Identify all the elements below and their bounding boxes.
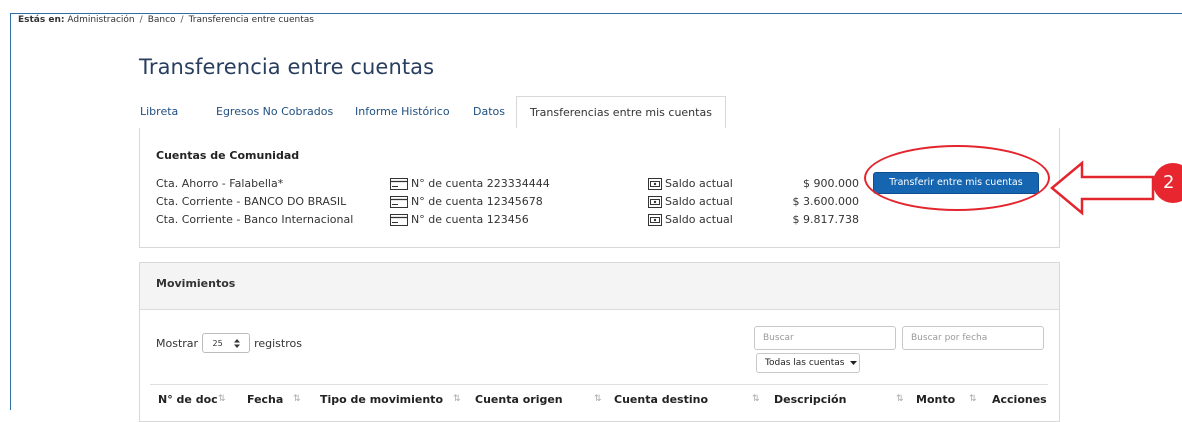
caret-down-icon (850, 361, 858, 365)
account-balance-label: Saldo actual (648, 177, 733, 190)
tab-datos[interactable]: Datos (473, 96, 505, 128)
banknote-icon (648, 213, 662, 226)
column-header-doc[interactable]: N° de doc (158, 393, 218, 406)
breadcrumb-lead: Estás en: (18, 15, 65, 25)
account-balance-label: Saldo actual (648, 195, 733, 208)
account-name: Cta. Corriente - Banco Internacional (156, 213, 354, 226)
tab-egresos-no-cobrados[interactable]: Egresos No Cobrados (216, 96, 333, 128)
tab-libreta[interactable]: Libreta (140, 96, 178, 128)
column-header-destino[interactable]: Cuenta destino (614, 393, 708, 406)
breadcrumb-item-current: Transferencia entre cuentas (188, 15, 314, 25)
column-header-descripcion[interactable]: Descripción (774, 393, 846, 406)
account-balance: $ 3.600.000 (792, 195, 859, 208)
sort-icon[interactable]: ⇅ (969, 394, 977, 404)
account-balance: $ 900.000 (803, 177, 859, 190)
accounts-filter-label: Todas las cuentas (765, 358, 845, 368)
account-number: N° de cuenta 123456 (390, 213, 529, 226)
page-size-control: Mostrar 25 registros (156, 333, 302, 353)
account-name: Cta. Corriente - BANCO DO BRASIL (156, 195, 347, 208)
select-arrows-icon (233, 338, 240, 348)
sort-icon[interactable]: ⇅ (896, 394, 904, 404)
tab-bar: Libreta Egresos No Cobrados Informe Hist… (139, 96, 1060, 129)
accounts-card-title: Cuentas de Comunidad (156, 149, 300, 162)
breadcrumb: Estás en: Administración / Banco / Transfere… (18, 14, 314, 26)
movements-title: Movimientos (156, 277, 236, 290)
search-input[interactable]: Buscar (754, 326, 896, 350)
credit-card-icon (390, 195, 408, 208)
account-balance: $ 9.817.738 (792, 213, 859, 226)
page-size-select[interactable]: 25 (202, 333, 251, 353)
callout-arrow-icon (1050, 160, 1155, 216)
account-number: N° de cuenta 223334444 (390, 177, 550, 190)
sort-icon[interactable]: ⇅ (594, 394, 602, 404)
highlight-ellipse (864, 145, 1050, 211)
banknote-icon (648, 177, 662, 190)
account-name: Cta. Ahorro - Falabella* (156, 177, 284, 190)
breadcrumb-item-banco[interactable]: Banco (148, 15, 176, 25)
account-balance-label: Saldo actual (648, 213, 733, 226)
movements-card: Movimientos Mostrar 25 registros Buscar … (139, 262, 1060, 422)
account-number-text: N° de cuenta 223334444 (411, 177, 550, 190)
records-label: registros (254, 336, 302, 350)
column-header-tipo[interactable]: Tipo de movimiento (320, 393, 443, 406)
tab-transferencias-entre-mis-cuentas[interactable]: Transferencias entre mis cuentas (516, 96, 726, 129)
account-number-text: N° de cuenta 12345678 (411, 195, 543, 208)
balance-label-text: Saldo actual (665, 195, 733, 208)
balance-label-text: Saldo actual (665, 177, 733, 190)
credit-card-icon (390, 177, 408, 190)
account-number: N° de cuenta 12345678 (390, 195, 543, 208)
banknote-icon (648, 195, 662, 208)
movements-header: Movimientos (140, 263, 1059, 310)
account-number-text: N° de cuenta 123456 (411, 213, 529, 226)
sort-icon[interactable]: ⇅ (752, 394, 760, 404)
breadcrumb-separator: / (180, 15, 184, 25)
column-header-monto[interactable]: Monto (916, 393, 955, 406)
credit-card-icon (390, 213, 408, 226)
show-label: Mostrar (156, 336, 199, 350)
date-search-input[interactable]: Buscar por fecha (902, 326, 1044, 350)
sort-icon[interactable]: ⇅ (453, 394, 461, 404)
breadcrumb-item-administracion[interactable]: Administración (67, 15, 134, 25)
balance-label-text: Saldo actual (665, 213, 733, 226)
accounts-filter-dropdown[interactable]: Todas las cuentas (756, 353, 860, 373)
page-size-value: 25 (212, 338, 223, 348)
column-header-acciones: Acciones (992, 393, 1047, 406)
column-header-fecha[interactable]: Fecha (247, 393, 283, 406)
sort-icon[interactable]: ⇅ (293, 394, 301, 404)
sort-icon[interactable]: ⇅ (218, 394, 226, 404)
table-header-divider (150, 384, 1048, 385)
page-title: Transferencia entre cuentas (139, 55, 435, 79)
account-row: Cta. Corriente - Banco Internacional N° … (140, 213, 1059, 231)
breadcrumb-separator: / (139, 15, 143, 25)
column-header-origen[interactable]: Cuenta origen (475, 393, 563, 406)
tab-informe-historico[interactable]: Informe Histórico (355, 96, 450, 128)
